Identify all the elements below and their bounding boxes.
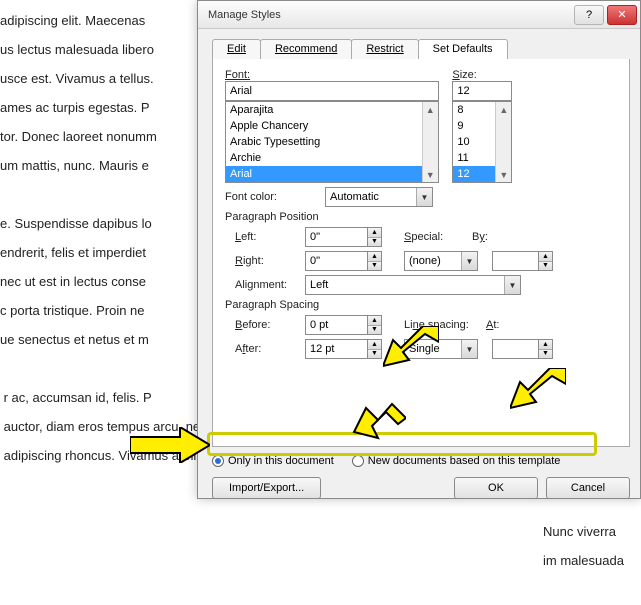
chevron-down-icon[interactable]: ▼ [504, 276, 520, 294]
list-item[interactable]: Apple Chancery [226, 118, 438, 134]
document-background-text-right: Nunc viverra im malesuada [543, 517, 633, 575]
list-item[interactable]: Aparajita [226, 102, 438, 118]
font-color-combo[interactable]: Automatic ▼ [325, 187, 433, 207]
after-spinner[interactable]: 12 pt ▲▼ [305, 339, 382, 359]
left-label: Left: [225, 231, 305, 243]
only-this-document-radio[interactable]: Only in this document [212, 455, 334, 467]
list-item[interactable]: Arial [226, 166, 438, 182]
tab-set-defaults[interactable]: Set Defaults [418, 39, 508, 59]
titlebar: Manage Styles ? ✕ [198, 1, 640, 29]
scope-radios: Only in this document New documents base… [212, 455, 640, 467]
scroll-up-icon[interactable]: ▲ [423, 102, 438, 117]
font-label: Font: [225, 69, 452, 81]
font-color-label: Font color: [225, 191, 325, 203]
manage-styles-dialog: Manage Styles ? ✕ Edit Recommend Restric… [197, 0, 641, 499]
special-label: Special: [382, 231, 442, 243]
scroll-up-icon[interactable]: ▲ [496, 102, 511, 117]
special-combo[interactable]: (none) ▼ [404, 251, 478, 271]
cancel-button[interactable]: Cancel [546, 477, 630, 499]
scrollbar[interactable]: ▲ ▼ [422, 102, 438, 182]
at-spinner[interactable]: ▲▼ [492, 339, 553, 359]
by-label: By: [442, 231, 492, 243]
spin-down-icon[interactable]: ▼ [368, 326, 381, 335]
alignment-label: Alignment: [225, 279, 305, 291]
chevron-down-icon[interactable]: ▼ [461, 252, 477, 270]
spin-up-icon[interactable]: ▲ [368, 340, 381, 350]
at-label: At: [470, 319, 499, 331]
right-label: Right: [225, 255, 305, 267]
size-input[interactable] [452, 81, 512, 101]
chevron-down-icon[interactable]: ▼ [461, 340, 477, 358]
list-item[interactable]: Arabic Typesetting [226, 134, 438, 150]
spin-down-icon[interactable]: ▼ [368, 262, 381, 271]
alignment-combo[interactable]: Left ▼ [305, 275, 521, 295]
spin-down-icon[interactable]: ▼ [368, 238, 381, 247]
spin-down-icon[interactable]: ▼ [539, 350, 552, 359]
list-item[interactable]: Archie [226, 150, 438, 166]
font-input[interactable] [225, 81, 439, 101]
spin-up-icon[interactable]: ▲ [539, 252, 552, 262]
tabs: Edit Recommend Restrict Set Defaults [198, 29, 640, 59]
new-documents-template-radio[interactable]: New documents based on this template [352, 455, 561, 467]
import-export-button[interactable]: Import/Export... [212, 477, 321, 499]
font-listbox[interactable]: Aparajita Apple Chancery Arabic Typesett… [225, 101, 439, 183]
tab-edit[interactable]: Edit [212, 39, 261, 59]
tab-recommend[interactable]: Recommend [260, 39, 352, 59]
by-spinner[interactable]: ▲▼ [492, 251, 553, 271]
paragraph-spacing-section: Paragraph Spacing [225, 299, 617, 311]
spin-up-icon[interactable]: ▲ [368, 228, 381, 238]
before-label: Before: [225, 319, 305, 331]
ok-button[interactable]: OK [454, 477, 538, 499]
tab-restrict[interactable]: Restrict [351, 39, 418, 59]
spin-down-icon[interactable]: ▼ [539, 262, 552, 271]
spin-up-icon[interactable]: ▲ [539, 340, 552, 350]
before-spinner[interactable]: 0 pt ▲▼ [305, 315, 382, 335]
right-spinner[interactable]: 0" ▲▼ [305, 251, 382, 271]
left-spinner[interactable]: 0" ▲▼ [305, 227, 382, 247]
help-button[interactable]: ? [574, 5, 604, 25]
spin-up-icon[interactable]: ▲ [368, 252, 381, 262]
dialog-footer: Import/Export... OK Cancel [198, 477, 640, 509]
linespacing-label: Line spacing: [382, 319, 470, 331]
set-defaults-panel: Font: Aparajita Apple Chancery Arabic Ty… [212, 59, 630, 447]
linespacing-combo[interactable]: Single ▼ [404, 339, 478, 359]
scrollbar[interactable]: ▲ ▼ [495, 102, 511, 182]
close-button[interactable]: ✕ [607, 5, 637, 25]
scroll-down-icon[interactable]: ▼ [496, 167, 511, 182]
spin-up-icon[interactable]: ▲ [368, 316, 381, 326]
spin-down-icon[interactable]: ▼ [368, 350, 381, 359]
scroll-down-icon[interactable]: ▼ [423, 167, 438, 182]
after-label: After: [225, 343, 305, 355]
size-label: Size: [452, 69, 617, 81]
chevron-down-icon[interactable]: ▼ [416, 188, 432, 206]
dialog-title: Manage Styles [208, 9, 574, 21]
size-listbox[interactable]: 8 9 10 11 12 ▲ ▼ [452, 101, 512, 183]
paragraph-position-section: Paragraph Position [225, 211, 617, 223]
